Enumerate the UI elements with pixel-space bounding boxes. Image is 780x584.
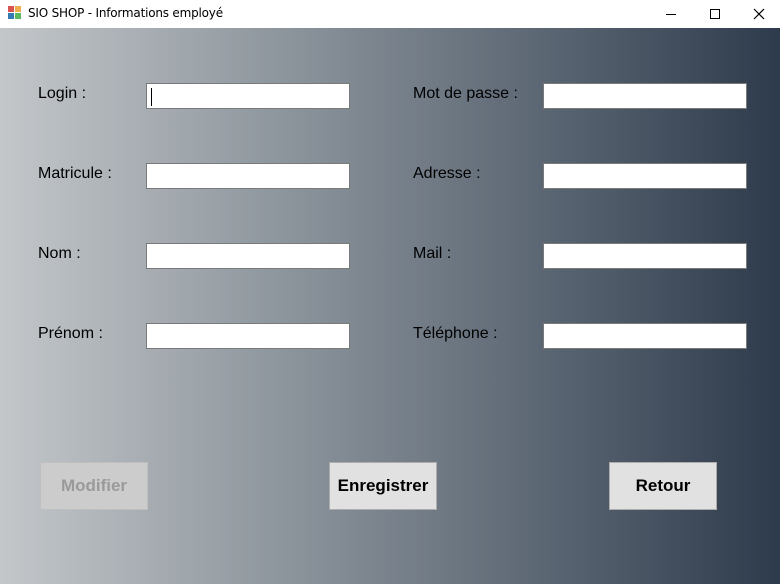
login-input[interactable] <box>146 83 350 109</box>
nom-label: Nom : <box>38 245 81 262</box>
login-label: Login : <box>38 85 87 102</box>
form-panel: Login : Matricule : Nom : Prénom : Mot d… <box>0 28 780 584</box>
prenom-label: Prénom : <box>38 325 103 342</box>
telephone-label: Téléphone : <box>413 325 498 342</box>
adresse-label: Adresse : <box>413 165 481 182</box>
mail-input[interactable] <box>543 243 747 269</box>
retour-button[interactable]: Retour <box>609 462 717 510</box>
text-caret <box>151 88 152 106</box>
matricule-label: Matricule : <box>38 165 112 182</box>
enregistrer-button[interactable]: Enregistrer <box>329 462 437 510</box>
nom-input[interactable] <box>146 243 350 269</box>
prenom-input[interactable] <box>146 323 350 349</box>
maximize-icon <box>710 9 720 19</box>
password-input[interactable] <box>543 83 747 109</box>
maximize-button[interactable] <box>692 0 738 28</box>
app-icon <box>8 6 22 20</box>
modifier-button[interactable]: Modifier <box>40 462 148 510</box>
minimize-button[interactable] <box>648 0 694 28</box>
telephone-input[interactable] <box>543 323 747 349</box>
close-button[interactable] <box>736 0 780 28</box>
minimize-icon <box>666 13 676 15</box>
password-label: Mot de passe : <box>413 85 518 102</box>
matricule-input[interactable] <box>146 163 350 189</box>
adresse-input[interactable] <box>543 163 747 189</box>
title-bar: SIO SHOP - Informations employé <box>0 0 780 28</box>
mail-label: Mail : <box>413 245 452 262</box>
window-title: SIO SHOP - Informations employé <box>28 6 223 20</box>
close-icon <box>753 8 765 20</box>
